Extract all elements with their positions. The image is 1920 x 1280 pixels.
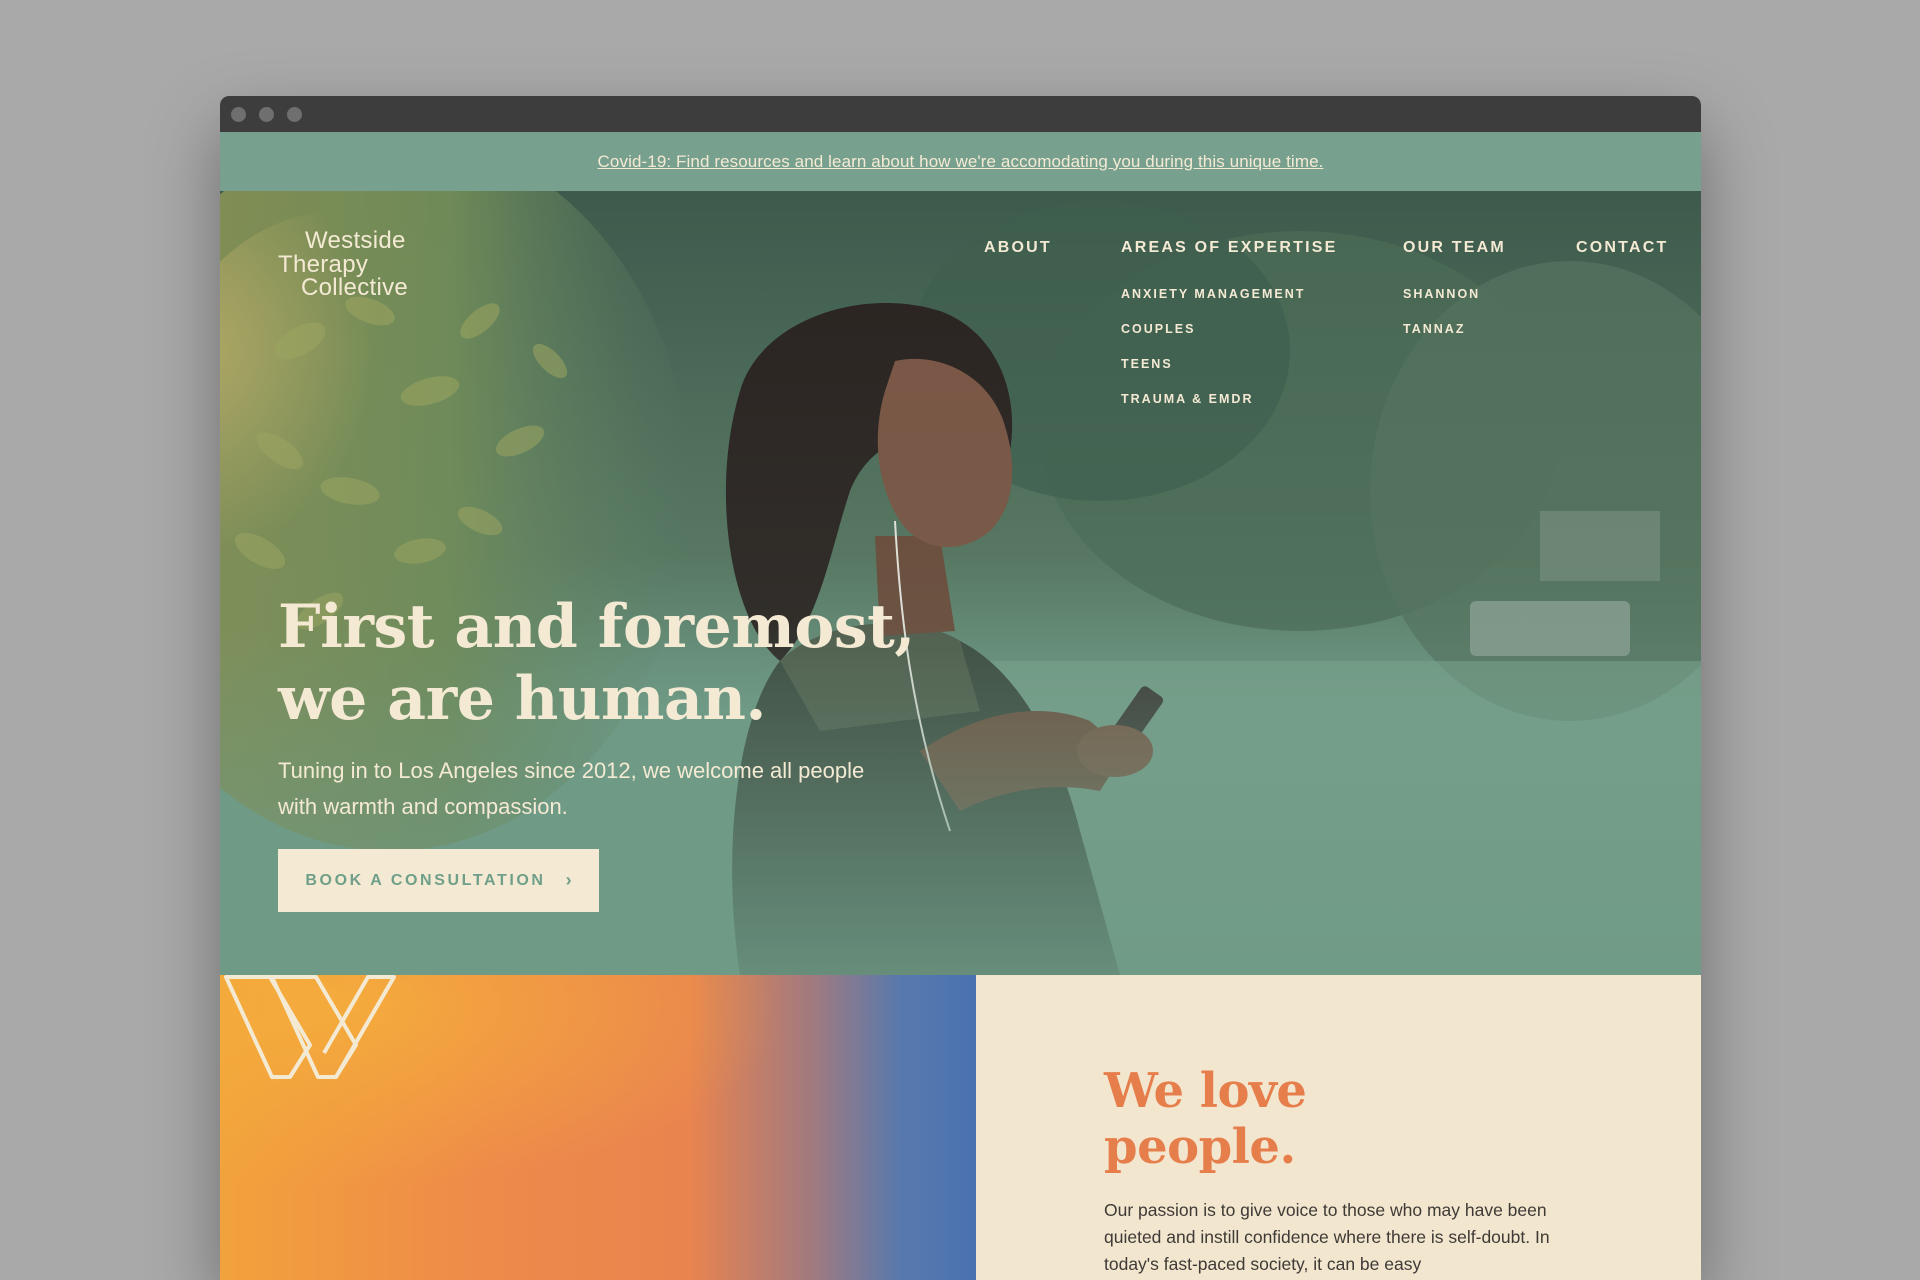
covid-banner: Covid-19: Find resources and learn about…: [220, 132, 1701, 191]
nav-about[interactable]: ABOUT: [984, 239, 1052, 257]
nav-sub-teens[interactable]: TEENS: [1121, 357, 1173, 371]
covid-resources-link[interactable]: Covid-19: Find resources and learn about…: [598, 152, 1324, 172]
browser-window: Covid-19: Find resources and learn about…: [220, 96, 1701, 1280]
brand-gradient-panel: [220, 975, 976, 1280]
window-maximize-dot[interactable]: [287, 107, 302, 122]
nav-contact[interactable]: CONTACT: [1576, 239, 1668, 257]
section-body: Our passion is to give voice to those wh…: [1104, 1200, 1550, 1274]
nav-sub-anxiety-management[interactable]: ANXIETY MANAGEMENT: [1121, 287, 1305, 301]
logo-line: Collective: [301, 274, 409, 302]
hero-subtext: Tuning in to Los Angeles since 2012, we …: [278, 758, 865, 819]
nav-sub-trauma-emdr[interactable]: TRAUMA & EMDR: [1121, 392, 1253, 406]
site-logo[interactable]: Westside Therapy Collective: [278, 229, 408, 300]
nav-sub-shannon[interactable]: SHANNON: [1403, 287, 1480, 301]
hero-headline-line: we are human.: [278, 664, 766, 734]
chevron-right-icon: ›: [565, 870, 572, 890]
section-title-line: people.: [1104, 1119, 1296, 1175]
w-logo-icon: [224, 975, 396, 1079]
window-close-dot[interactable]: [231, 107, 246, 122]
section-title-line: We love: [1104, 1063, 1307, 1119]
nav-sub-tannaz[interactable]: TANNAZ: [1403, 322, 1465, 336]
logo-line: Westside: [305, 227, 406, 254]
browser-chrome: [220, 96, 1701, 132]
cta-label: BOOK A CONSULTATION: [305, 871, 546, 889]
intro-section: We love people. Our passion is to give v…: [976, 975, 1701, 1280]
window-minimize-dot[interactable]: [259, 107, 274, 122]
hero-section: Westside Therapy Collective ABOUT AREAS …: [220, 191, 1701, 975]
hero-headline-line: First and foremost,: [278, 592, 915, 662]
nav-sub-couples[interactable]: COUPLES: [1121, 322, 1195, 336]
book-consultation-button[interactable]: BOOK A CONSULTATION ›: [278, 849, 599, 912]
hero-headline: First and foremost, we are human.: [278, 591, 978, 735]
nav-areas-of-expertise[interactable]: AREAS OF EXPERTISE: [1121, 239, 1338, 257]
section-title: We love people.: [1104, 1063, 1307, 1175]
logo-line: Therapy: [278, 250, 369, 278]
nav-our-team[interactable]: OUR TEAM: [1403, 239, 1506, 257]
